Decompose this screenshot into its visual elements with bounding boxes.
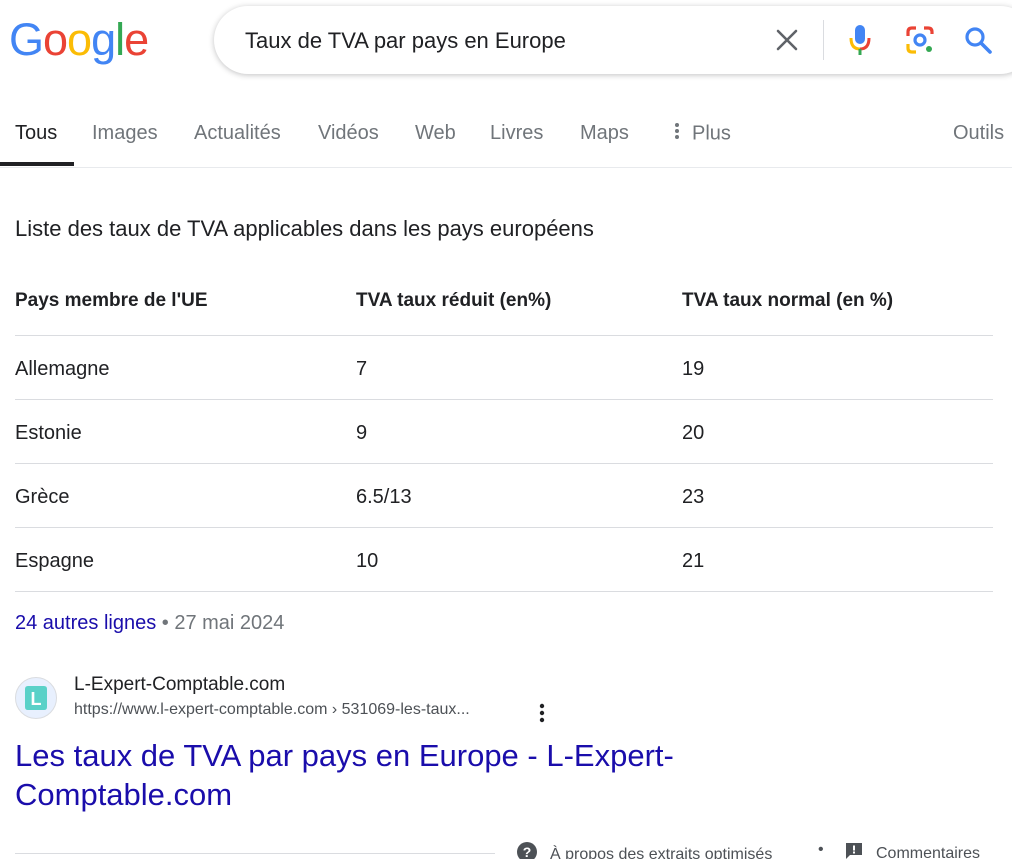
- more-rows: 24 autres lignes • 27 mai 2024: [15, 612, 284, 635]
- feedback-label: Commentaires: [876, 844, 981, 859]
- table-cell: 10: [356, 550, 379, 572]
- table-cell: 7: [356, 358, 368, 380]
- result-title-link[interactable]: Les taux de TVA par pays en Europe - L-E…: [15, 736, 775, 814]
- tab-videos[interactable]: Vidéos: [318, 122, 379, 145]
- more-options-icon[interactable]: [532, 702, 552, 724]
- svg-text:?: ?: [523, 844, 532, 859]
- site-url[interactable]: https://www.l-expert-comptable.com › 531…: [74, 701, 470, 719]
- tools-button[interactable]: Outils: [953, 122, 1004, 145]
- snippet-title: Liste des taux de TVA applicables dans l…: [15, 216, 594, 241]
- table-cell: Allemagne: [15, 358, 110, 380]
- table-cell: 20: [682, 422, 705, 444]
- google-lens-icon[interactable]: [902, 22, 938, 58]
- search-tabs: Tous Images Actualités Vidéos Web Livres…: [0, 110, 1012, 168]
- table-cell: 9: [356, 422, 368, 444]
- microphone-icon[interactable]: [844, 22, 876, 58]
- table-cell: 6.5/13: [356, 486, 412, 508]
- more-vert-icon: [674, 122, 680, 146]
- table-row: Allemagne 7 19: [15, 336, 993, 400]
- site-favicon[interactable]: L: [15, 677, 57, 719]
- table-row: Espagne 10 21: [15, 528, 993, 592]
- logo-letter: g: [91, 14, 116, 65]
- help-icon: ?: [516, 841, 538, 859]
- tab-more[interactable]: Plus: [674, 122, 731, 146]
- snippet-table: Pays membre de l'UE TVA taux réduit (en%…: [15, 270, 993, 592]
- table-cell: 23: [682, 486, 705, 508]
- logo-letter: o: [67, 14, 92, 65]
- more-rows-link[interactable]: 24 autres lignes: [15, 612, 156, 634]
- logo-letter: G: [9, 14, 44, 65]
- active-tab-indicator: [0, 162, 74, 166]
- footer-separator: •: [818, 841, 824, 858]
- tab-all[interactable]: Tous: [15, 122, 57, 145]
- feedback-link[interactable]: Commentaires: [844, 841, 980, 859]
- footer-divider: [15, 853, 495, 854]
- clear-icon[interactable]: [770, 23, 804, 57]
- table-header: TVA taux réduit (en%): [356, 290, 552, 311]
- favicon-letter: L: [31, 689, 42, 709]
- table-cell: Espagne: [15, 550, 94, 572]
- table-row: Estonie 9 20: [15, 400, 993, 464]
- tab-web[interactable]: Web: [415, 122, 456, 145]
- tab-news[interactable]: Actualités: [194, 122, 281, 145]
- feedback-icon: [844, 841, 864, 859]
- tab-more-label: Plus: [692, 122, 731, 145]
- table-header: Pays membre de l'UE: [15, 290, 208, 311]
- google-logo[interactable]: Google: [9, 14, 149, 65]
- table-cell: 21: [682, 550, 705, 572]
- search-icon[interactable]: [960, 22, 996, 58]
- table-cell: Grèce: [15, 486, 70, 508]
- snippet-date: • 27 mai 2024: [156, 612, 285, 634]
- table-header: TVA taux normal (en %): [682, 290, 894, 311]
- logo-letter: o: [43, 14, 68, 65]
- table-row: Grèce 6.5/13 23: [15, 464, 993, 528]
- search-divider: [823, 20, 824, 60]
- site-name[interactable]: L-Expert-Comptable.com: [74, 674, 285, 696]
- table-header-row: Pays membre de l'UE TVA taux réduit (en%…: [15, 270, 993, 336]
- about-snippets-link[interactable]: ? À propos des extraits optimisés: [516, 841, 772, 859]
- tab-images[interactable]: Images: [92, 122, 158, 145]
- logo-letter: l: [115, 14, 125, 65]
- table-cell: 19: [682, 358, 705, 380]
- about-snippets-label: À propos des extraits optimisés: [550, 845, 773, 859]
- table-cell: Estonie: [15, 422, 82, 444]
- tab-maps[interactable]: Maps: [580, 122, 629, 145]
- tab-books[interactable]: Livres: [490, 122, 543, 145]
- search-input[interactable]: Taux de TVA par pays en Europe: [245, 28, 566, 54]
- logo-letter: e: [124, 14, 149, 65]
